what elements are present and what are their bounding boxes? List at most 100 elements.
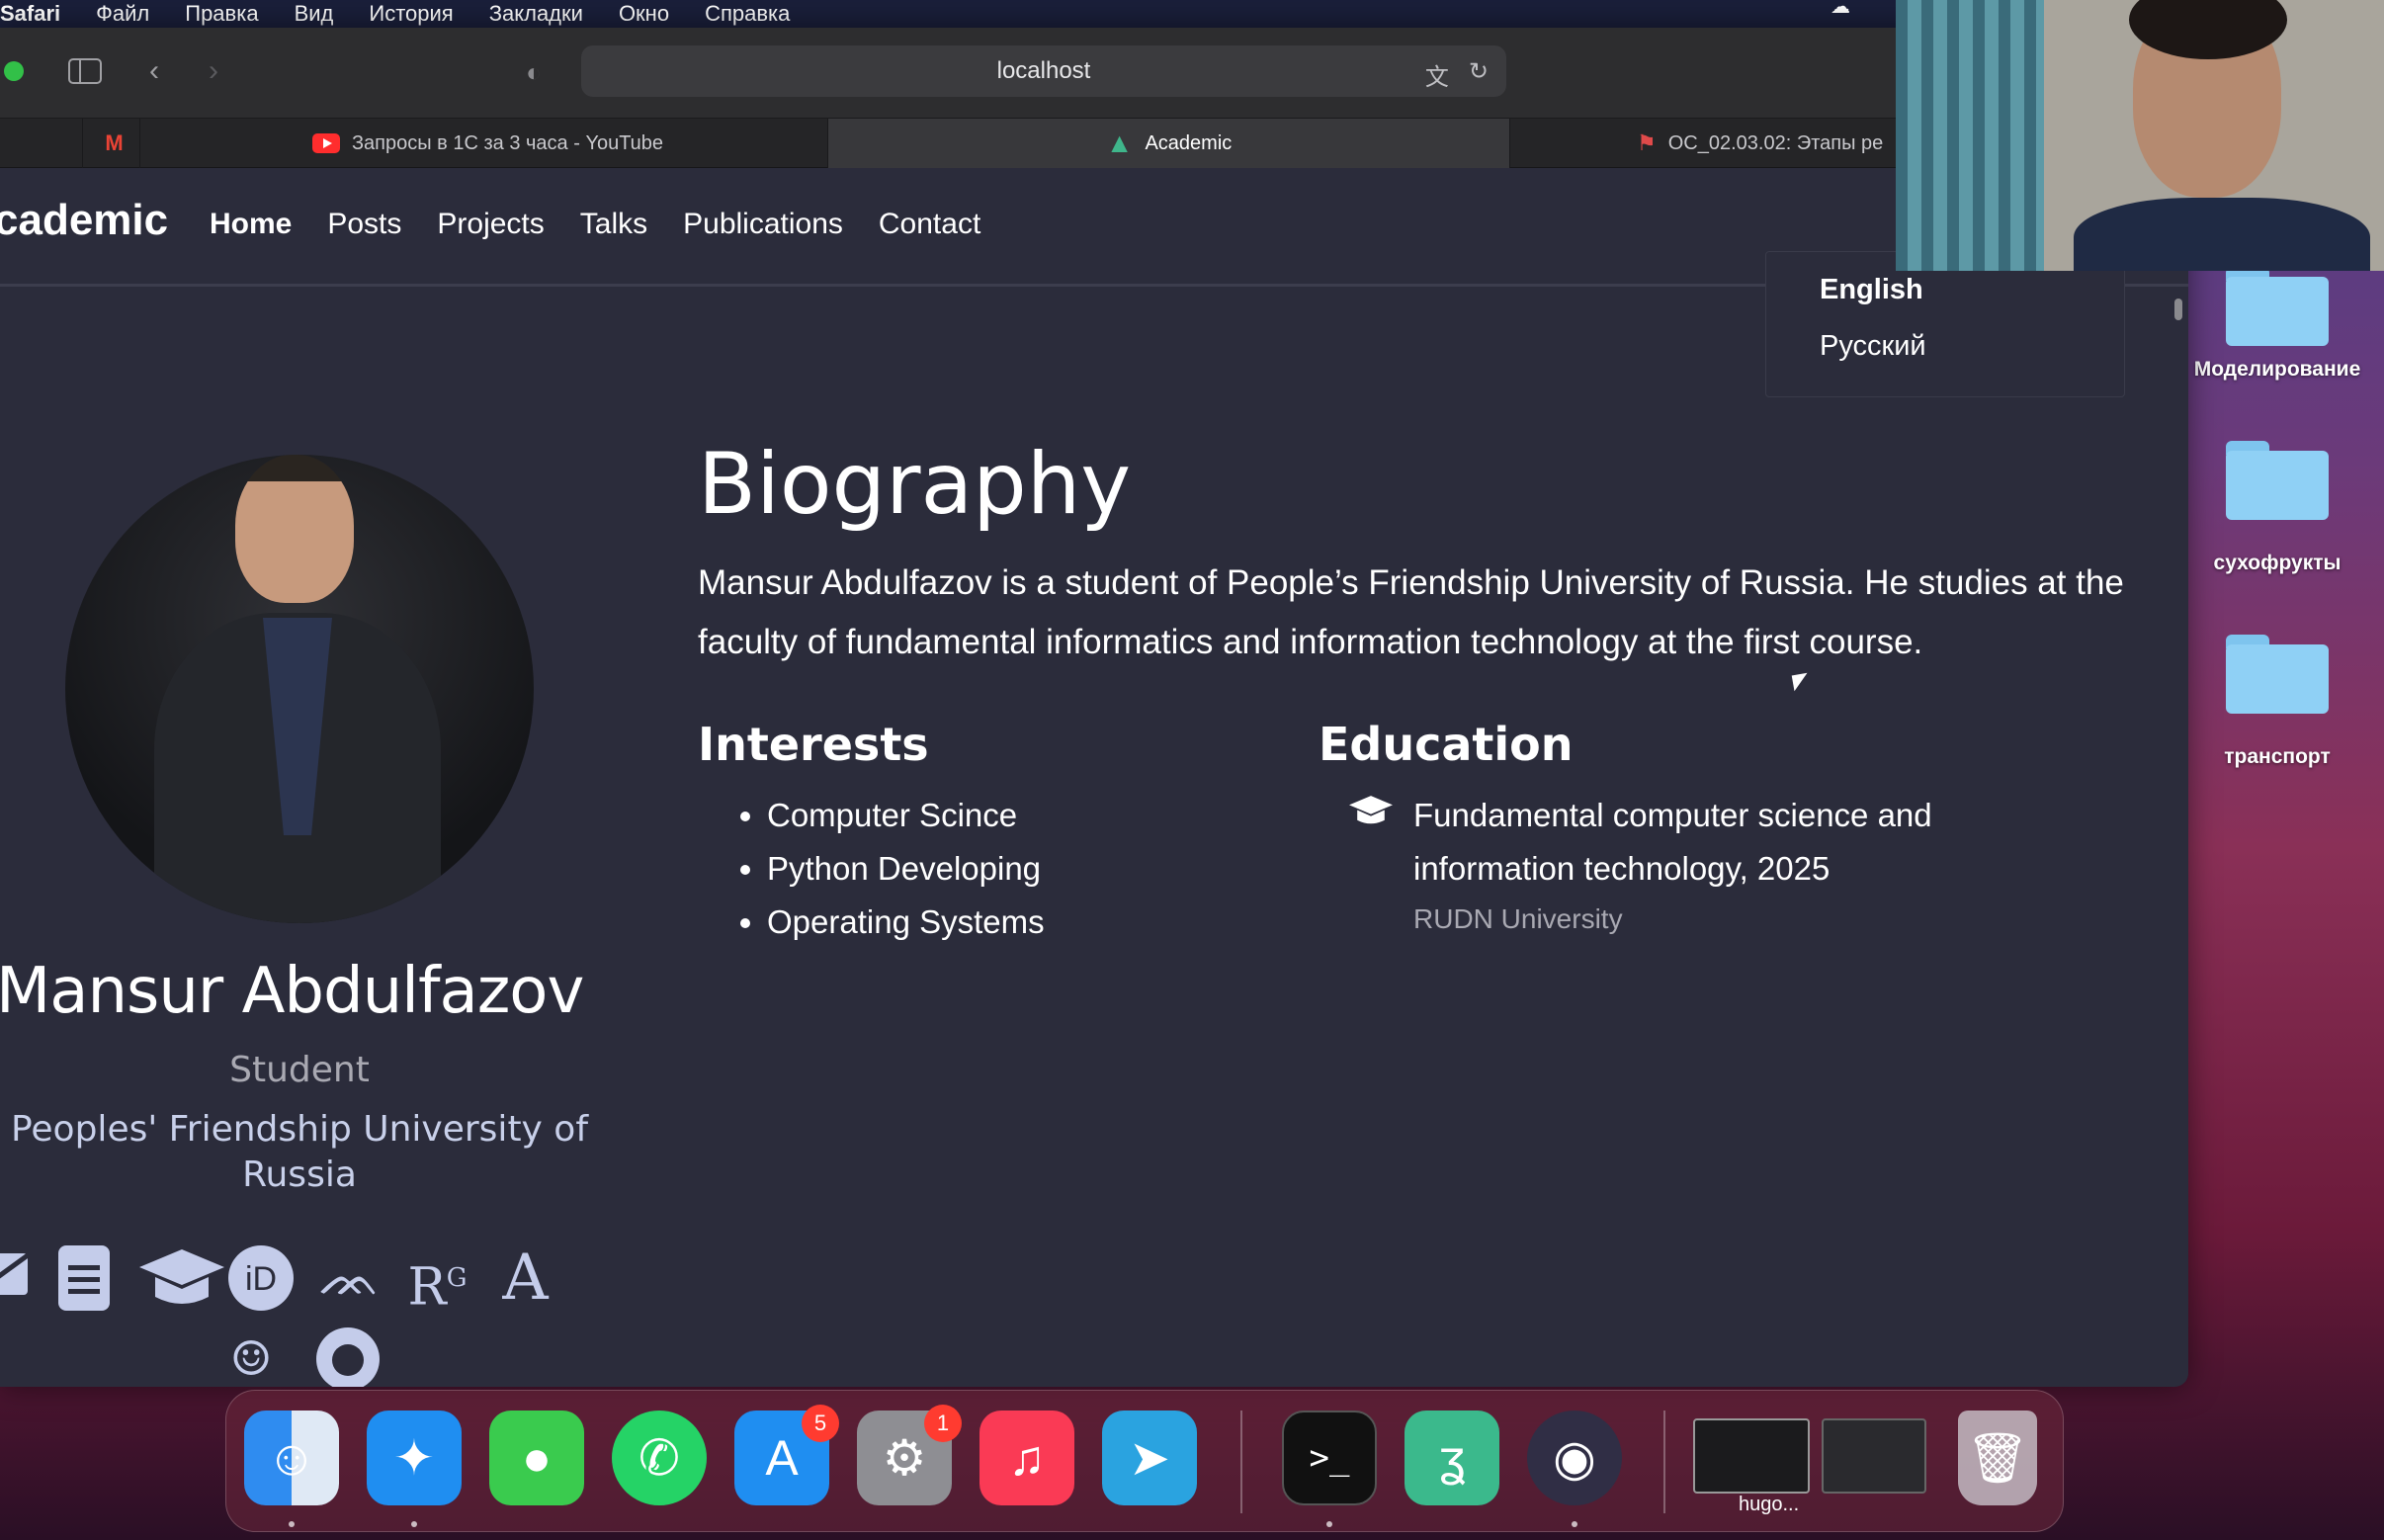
- education-institution: RUDN University: [1413, 903, 1623, 934]
- downloads-stack-icon[interactable]: [1822, 1418, 1926, 1494]
- site-nav: Home Posts Projects Talks Publications C…: [210, 208, 980, 241]
- messages-icon[interactable]: ●: [489, 1411, 584, 1505]
- desktop-folder-dried-fruits-icon[interactable]: [2226, 441, 2329, 520]
- chevron-left-icon: ‹: [149, 54, 159, 87]
- list-item: Computer Scince: [767, 789, 1045, 842]
- pinned-tab-apple[interactable]: [32, 119, 83, 168]
- graduation-cap-icon[interactable]: [137, 1243, 224, 1327]
- envelope-icon[interactable]: [0, 1243, 30, 1327]
- menu-safari[interactable]: Safari: [0, 3, 60, 25]
- nav-home[interactable]: Home: [210, 208, 292, 241]
- address-bar[interactable]: localhost 文 ↻: [581, 45, 1506, 97]
- page-content: cademic Home Posts Projects Talks Public…: [0, 168, 2188, 1387]
- list-item: Operating Systems: [767, 896, 1045, 949]
- address-text: localhost: [996, 57, 1091, 84]
- svg-text:iD: iD: [245, 1260, 277, 1298]
- avatar: [65, 455, 534, 923]
- academia-icon[interactable]: A: [491, 1243, 559, 1327]
- lang-option-russian[interactable]: Русский: [1766, 318, 2124, 375]
- tab-academic[interactable]: ▲ Academic: [828, 119, 1510, 168]
- tab-label: Academic: [1145, 131, 1233, 154]
- mendeley-icon[interactable]: ᨏ: [315, 1243, 383, 1327]
- education-heading: Education: [1319, 718, 1574, 771]
- dock: ☺ ✦ ● ✆ A5 ⚙ 1 ♫ ➤ >_ ʓ ◉ hugo... 🗑: [225, 1390, 2064, 1532]
- app-icon[interactable]: ʓ: [1405, 1411, 1499, 1505]
- nav-projects[interactable]: Projects: [437, 208, 544, 241]
- desktop-folder-transport-icon[interactable]: [2226, 635, 2329, 714]
- biography-heading: Biography: [698, 435, 1132, 534]
- desktop-folder-label: транспорт: [2224, 745, 2331, 768]
- profile-organization: Peoples' Friendship University of Russia: [10, 1109, 588, 1195]
- forward-button[interactable]: ›: [192, 53, 235, 89]
- obs-icon[interactable]: ◉: [1527, 1411, 1622, 1505]
- menu-history[interactable]: История: [369, 3, 453, 25]
- tab-moodle[interactable]: ⚑ ОС_02.03.02: Этапы ре: [1510, 119, 1925, 168]
- menu-file[interactable]: Файл: [96, 3, 149, 25]
- desktop-folder-modeling-icon[interactable]: [2226, 267, 2329, 346]
- orcid-icon[interactable]: iD: [226, 1243, 296, 1327]
- browser-toolbar: ‹ › ◐ localhost 文 ↻: [0, 28, 2188, 119]
- safari-window: ‹ › ◐ localhost 文 ↻ M Запросы в 1С за 3 …: [0, 28, 2188, 1387]
- profile-name: Mansur Abdulfazov: [0, 955, 584, 1028]
- academic-icon: ▲: [1105, 128, 1134, 158]
- tab-label: Запросы в 1С за 3 часа - YouTube: [351, 131, 664, 154]
- education-course: Fundamental computer science and informa…: [1413, 797, 1932, 887]
- biography-text: Mansur Abdulfazov is a student of People…: [698, 563, 2124, 661]
- nav-publications[interactable]: Publications: [683, 208, 843, 241]
- desktop-folder-label: Моделирование: [2193, 358, 2361, 381]
- sidebar-toggle-icon[interactable]: [63, 53, 107, 89]
- scrollbar[interactable]: [2174, 299, 2182, 320]
- interests-list: Computer Scince Python Developing Operat…: [767, 789, 1045, 949]
- finder-icon[interactable]: ☺: [244, 1411, 339, 1505]
- whatsapp-icon[interactable]: ✆: [612, 1411, 707, 1505]
- notification-badge: 1: [924, 1405, 962, 1442]
- tab-youtube[interactable]: Запросы в 1С за 3 часа - YouTube: [148, 119, 828, 168]
- app-store-icon[interactable]: A5: [734, 1405, 839, 1505]
- reload-icon[interactable]: ↻: [1469, 57, 1489, 92]
- graduation-cap-icon: [1348, 793, 1394, 837]
- pinned-tab-gmail[interactable]: M: [89, 119, 140, 168]
- github-icon[interactable]: [313, 1325, 383, 1387]
- youtube-icon: [311, 133, 340, 153]
- keybase-icon[interactable]: ☺: [216, 1325, 286, 1387]
- menu-help[interactable]: Справка: [705, 3, 790, 25]
- tab-bar: M Запросы в 1С за 3 часа - YouTube ▲ Aca…: [0, 119, 2188, 168]
- menu-view[interactable]: Вид: [295, 3, 334, 25]
- researchgate-icon[interactable]: RG: [403, 1243, 471, 1327]
- social-links: iD ᨏ RG A: [0, 1243, 559, 1327]
- nav-contact[interactable]: Contact: [879, 208, 980, 241]
- minimized-window-thumbnail[interactable]: [1693, 1418, 1810, 1494]
- translate-icon[interactable]: 文: [1425, 57, 1449, 92]
- menu-window[interactable]: Окно: [619, 3, 669, 25]
- menu-edit[interactable]: Правка: [185, 3, 258, 25]
- chevron-right-icon: ›: [209, 54, 218, 87]
- privacy-shield-icon[interactable]: ◐: [526, 57, 542, 88]
- mouse-cursor: [1791, 672, 1811, 692]
- moodle-icon: ⚑: [1637, 130, 1657, 155]
- cv-icon[interactable]: [49, 1243, 118, 1327]
- trash-icon[interactable]: 🗑: [1958, 1411, 2037, 1505]
- menu-bookmarks[interactable]: Закладки: [489, 3, 583, 25]
- window-zoom-button[interactable]: [4, 61, 24, 81]
- list-item: Python Developing: [767, 842, 1045, 896]
- gmail-icon: M: [105, 130, 124, 155]
- terminal-icon[interactable]: >_: [1282, 1411, 1377, 1505]
- webcam-overlay: [1896, 0, 2384, 271]
- nav-talks[interactable]: Talks: [580, 208, 647, 241]
- minimized-window-label: hugo...: [1739, 1494, 1800, 1515]
- social-links-row-2: ☺: [0, 1325, 599, 1387]
- interests-heading: Interests: [698, 718, 929, 771]
- profile-role: Student: [229, 1050, 370, 1090]
- notification-badge: 5: [802, 1405, 839, 1442]
- creative-cloud-icon[interactable]: ☁: [1831, 0, 1860, 20]
- desktop-folder-label: сухофрукты: [2213, 552, 2341, 574]
- language-dropdown: English Русский: [1765, 251, 2125, 397]
- back-button[interactable]: ‹: [132, 53, 176, 89]
- safari-icon[interactable]: ✦: [367, 1411, 462, 1505]
- site-brand[interactable]: cademic: [0, 196, 168, 245]
- nav-posts[interactable]: Posts: [327, 208, 401, 241]
- music-icon[interactable]: ♫: [979, 1411, 1074, 1505]
- tab-label: ОС_02.03.02: Этапы ре: [1667, 131, 1884, 154]
- telegram-icon[interactable]: ➤: [1102, 1411, 1197, 1505]
- system-preferences-icon[interactable]: ⚙ 1: [857, 1405, 962, 1505]
